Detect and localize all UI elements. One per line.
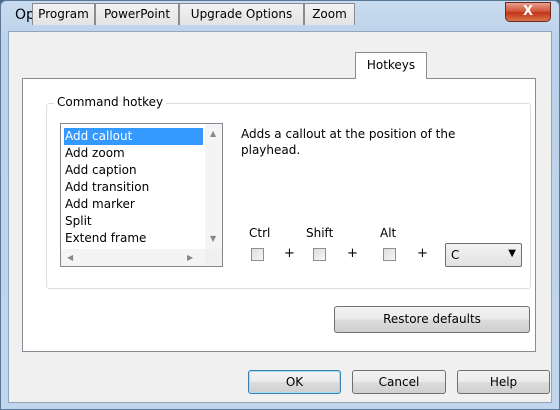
command-listbox[interactable]: Add callout Add zoom Add caption Add tra… (60, 123, 223, 267)
scroll-right-icon[interactable]: ▶ (187, 254, 193, 262)
list-item[interactable]: Add transition (64, 179, 149, 196)
shift-label: Shift (306, 226, 334, 240)
button-label: Restore defaults (383, 312, 481, 326)
ctrl-checkbox[interactable] (251, 248, 264, 261)
tab-upgrade-options[interactable]: Upgrade Options (179, 3, 304, 25)
tab-program[interactable]: Program (32, 3, 95, 25)
list-item[interactable]: Add zoom (64, 145, 125, 162)
chevron-down-icon: ▼ (508, 248, 516, 259)
cancel-button[interactable]: Cancel (352, 370, 446, 394)
ok-button[interactable]: OK (248, 370, 341, 394)
tab-label: Hotkeys (366, 58, 416, 72)
scroll-up-icon[interactable]: ▲ (210, 130, 216, 138)
help-button[interactable]: Help (457, 370, 550, 394)
horizontal-scrollbar[interactable]: ◀ ▶ (61, 249, 205, 266)
command-description: Adds a callout at the position of the pl… (241, 127, 456, 157)
key-select-value: C (451, 248, 460, 262)
scroll-down-icon[interactable]: ▼ (210, 235, 216, 243)
list-item[interactable]: Split (64, 213, 92, 230)
list-item[interactable]: Add marker (64, 196, 135, 213)
button-label: Help (489, 375, 518, 389)
tab-label: Program (38, 7, 89, 21)
button-label: OK (285, 375, 304, 389)
tab-hotkeys[interactable]: Hotkeys (355, 52, 427, 79)
ctrl-label: Ctrl (249, 226, 271, 240)
close-icon: X (522, 4, 534, 19)
restore-defaults-button[interactable]: Restore defaults (334, 306, 530, 333)
plus-sign: + (284, 246, 295, 261)
close-button[interactable]: X (505, 2, 551, 22)
alt-checkbox[interactable] (383, 248, 396, 261)
alt-label: Alt (380, 226, 397, 240)
tab-label: PowerPoint (103, 7, 171, 21)
tab-zoom[interactable]: Zoom (304, 3, 355, 25)
group-label: Command hotkey (54, 95, 167, 109)
list-item[interactable]: Add caption (64, 162, 137, 179)
vertical-scrollbar[interactable]: ▲ ▼ (205, 124, 222, 249)
shift-checkbox[interactable] (313, 248, 326, 261)
scroll-left-icon[interactable]: ◀ (67, 254, 73, 262)
list-item[interactable]: Extend frame (64, 230, 146, 247)
scrollbar-corner (205, 249, 222, 266)
tab-label: Zoom (312, 7, 347, 21)
button-label: Cancel (378, 375, 420, 389)
plus-sign: + (347, 246, 358, 261)
tab-label: Upgrade Options (190, 7, 293, 21)
tab-powerpoint[interactable]: PowerPoint (95, 3, 179, 25)
key-select[interactable]: C ▼ (445, 243, 522, 267)
list-item[interactable]: Add callout (64, 128, 203, 145)
plus-sign: + (417, 246, 428, 261)
